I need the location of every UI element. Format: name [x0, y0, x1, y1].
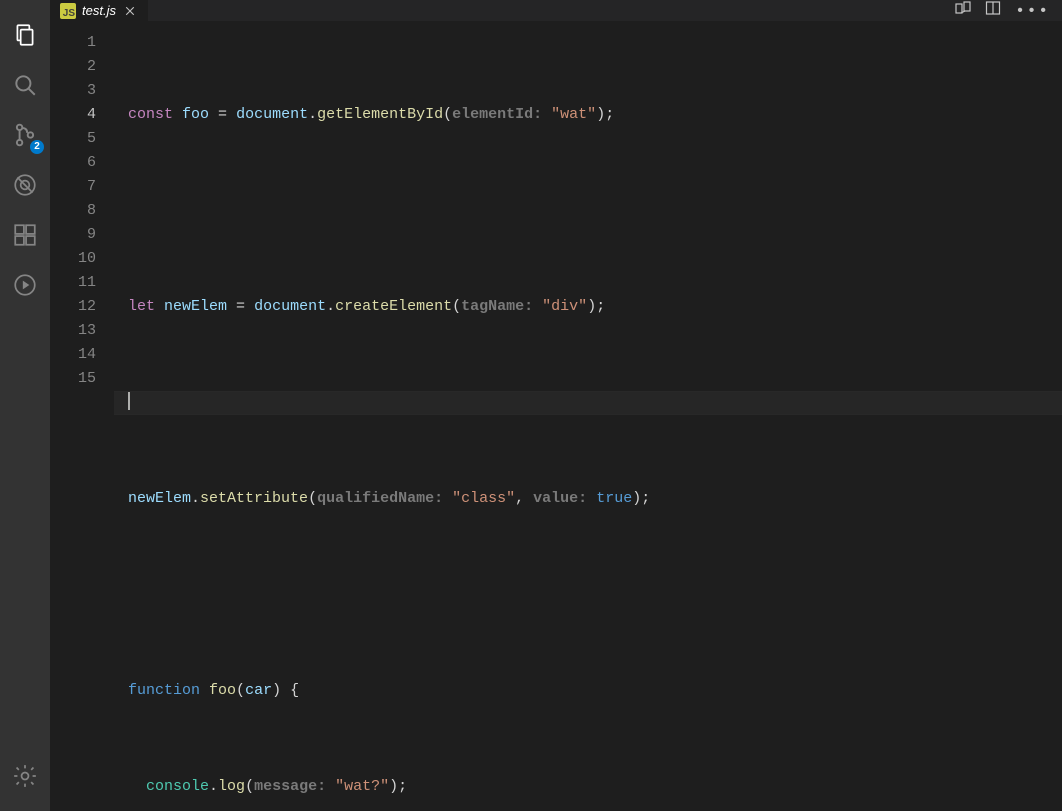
search-icon[interactable]	[0, 60, 50, 110]
tab-label: test.js	[82, 3, 116, 18]
line-number: 1	[50, 31, 96, 55]
live-share-icon[interactable]	[0, 260, 50, 310]
line-number: 13	[50, 319, 96, 343]
code-line[interactable]	[114, 199, 1062, 223]
line-number: 9	[50, 223, 96, 247]
tab-bar: JS test.js •••	[50, 0, 1062, 21]
editor-group: JS test.js •••	[50, 0, 1062, 811]
javascript-file-icon: JS	[60, 3, 76, 19]
more-actions-icon[interactable]: •••	[1015, 2, 1050, 20]
line-number: 7	[50, 175, 96, 199]
settings-gear-icon[interactable]	[0, 751, 50, 801]
source-control-icon[interactable]: 2	[0, 110, 50, 160]
code-line[interactable]: console.log(message: "wat?");	[114, 775, 1062, 799]
line-number: 15	[50, 367, 96, 391]
code-line[interactable]: function foo(car) {	[114, 679, 1062, 703]
close-icon[interactable]	[122, 3, 138, 19]
line-number-gutter: 1 2 3 4 5 6 7 8 9 10 11 12 13 14 15	[50, 21, 114, 811]
line-number: 8	[50, 199, 96, 223]
code-line[interactable]: let newElem = document.createElement(tag…	[114, 295, 1062, 319]
line-number: 6	[50, 151, 96, 175]
extensions-icon[interactable]	[0, 210, 50, 260]
line-number: 5	[50, 127, 96, 151]
line-number: 2	[50, 55, 96, 79]
activity-bar: 2	[0, 0, 50, 811]
tab-test-js[interactable]: JS test.js	[50, 0, 149, 21]
code-line[interactable]: newElem.setAttribute(qualifiedName: "cla…	[114, 487, 1062, 511]
line-number: 10	[50, 247, 96, 271]
line-number: 12	[50, 295, 96, 319]
line-number: 3	[50, 79, 96, 103]
editor-actions: •••	[943, 0, 1062, 21]
line-number: 14	[50, 343, 96, 367]
line-number: 4	[50, 103, 96, 127]
explorer-icon[interactable]	[0, 10, 50, 60]
debug-icon[interactable]	[0, 160, 50, 210]
code-content[interactable]: const foo = document.getElementById(elem…	[114, 21, 1062, 811]
text-cursor	[128, 391, 130, 410]
scm-badge: 2	[30, 140, 44, 154]
code-line[interactable]	[114, 583, 1062, 607]
code-editor[interactable]: 1 2 3 4 5 6 7 8 9 10 11 12 13 14 15 cons…	[50, 21, 1062, 811]
code-line[interactable]: const foo = document.getElementById(elem…	[114, 103, 1062, 127]
split-editor-icon[interactable]	[985, 0, 1001, 21]
line-number: 11	[50, 271, 96, 295]
code-line-current[interactable]	[114, 391, 1062, 415]
compare-changes-icon[interactable]	[955, 0, 971, 21]
